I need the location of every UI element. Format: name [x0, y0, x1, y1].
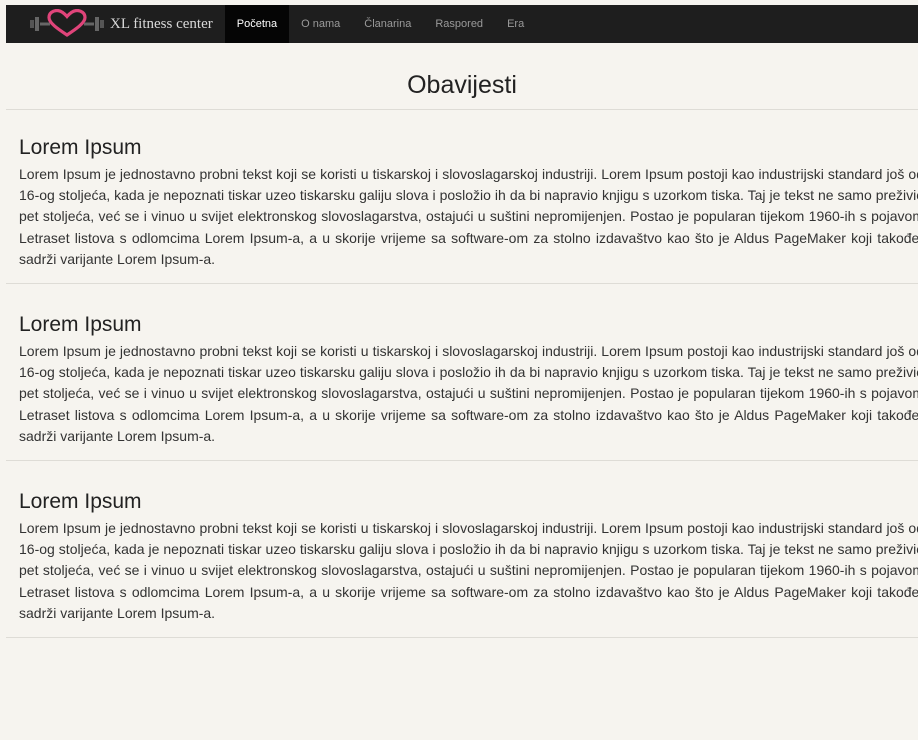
post-body: Lorem Ipsum je jednostavno probni tekst …	[19, 343, 918, 444]
main-content: Obavijesti Lorem Ipsum Lorem Ipsum je je…	[6, 43, 918, 639]
nav-item-era[interactable]: Era	[495, 5, 536, 43]
post-title: Lorem Ipsum	[19, 490, 142, 514]
nav-item-clanarina[interactable]: Članarina	[352, 5, 423, 43]
brand-name: XL fitness center	[110, 15, 213, 32]
brand-link[interactable]: XL fitness center	[6, 5, 225, 43]
top-navbar: XL fitness center Početna O nama Članari…	[6, 5, 918, 43]
heart-dumbbell-logo-icon	[30, 9, 104, 37]
news-post: Lorem Ipsum Lorem Ipsum je jednostavno p…	[6, 284, 918, 462]
nav-menu: Početna O nama Članarina Raspored Era	[224, 5, 536, 43]
post-title: Lorem Ipsum	[19, 136, 142, 159]
page-title: Obavijesti	[6, 43, 918, 110]
post-body: Lorem Ipsum je jednostavno probni tekst …	[19, 520, 918, 621]
nav-item-raspored[interactable]: Raspored	[423, 5, 495, 43]
news-post: Lorem Ipsum Lorem Ipsum je jednostavno p…	[6, 461, 918, 639]
post-body: Lorem Ipsum je jednostavno probni tekst …	[19, 166, 918, 267]
nav-item-o-nama[interactable]: O nama	[289, 5, 352, 43]
news-post: Lorem Ipsum Lorem Ipsum je jednostavno p…	[6, 110, 918, 285]
post-title: Lorem Ipsum	[19, 313, 142, 337]
nav-item-pocetna[interactable]: Početna	[224, 5, 290, 43]
